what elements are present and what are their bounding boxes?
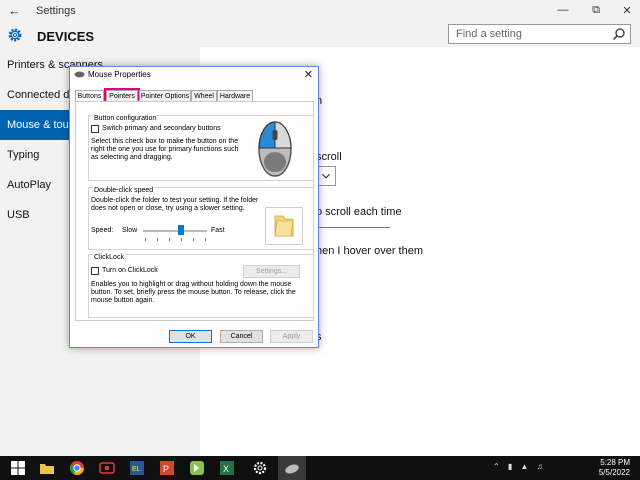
apply-button[interactable]: Apply (270, 330, 313, 343)
sidebar-item-label: Typing (7, 149, 40, 161)
tab-hardware[interactable]: Hardware (217, 90, 253, 101)
file-explorer-icon[interactable] (39, 460, 55, 476)
setting-text: hen I hover over them (316, 245, 424, 257)
button-config-description: Select this check box to make the button… (91, 138, 239, 161)
dropdown[interactable] (316, 166, 336, 186)
group-label: ClickLock (93, 254, 125, 261)
chevron-down-icon (322, 173, 330, 179)
ok-button[interactable]: OK (169, 330, 212, 343)
mouse-properties-dialog: Mouse Properties ✕ Buttons Pointers Poin… (69, 66, 319, 348)
clock[interactable]: 5:28 PM 5/5/2022 (599, 458, 630, 478)
double-click-speed-group: Double-click speed Double-click the fold… (88, 187, 314, 250)
fast-label: Fast (211, 227, 225, 234)
close-icon[interactable]: ✕ (620, 4, 634, 17)
search-input[interactable]: Find a setting (448, 24, 631, 44)
clicklock-description: Enables you to highlight or drag without… (91, 281, 296, 304)
gear-icon (8, 28, 22, 42)
cancel-button[interactable]: Cancel (220, 330, 263, 343)
mouse-image (258, 121, 292, 177)
speed-label: Speed: (91, 227, 114, 234)
checkbox-label: Turn on ClickLock (102, 267, 158, 274)
switch-buttons-checkbox[interactable] (91, 125, 99, 133)
mouse-icon (74, 71, 85, 78)
slider-tick (157, 238, 158, 241)
dialog-title: Mouse Properties (88, 70, 151, 79)
window-title: Settings (36, 5, 76, 17)
tab-wheel[interactable]: Wheel (191, 90, 217, 101)
slider-thumb[interactable] (178, 225, 185, 235)
slider-tick (193, 238, 194, 241)
excel-icon[interactable]: X (219, 460, 235, 476)
clicklock-settings-button[interactable]: Settings... (243, 265, 300, 278)
slow-label: Slow (122, 227, 138, 234)
sidebar-item-label: USB (7, 209, 30, 221)
svg-text:X: X (223, 464, 229, 474)
double-click-speed-slider[interactable] (143, 230, 207, 232)
svg-text:P: P (163, 464, 169, 474)
double-click-description: Double-click the folder to test your set… (91, 197, 259, 212)
tab-pointer-options[interactable]: Pointer Options (139, 90, 191, 101)
clock-date: 5/5/2022 (598, 468, 630, 477)
test-folder-box[interactable] (265, 207, 303, 245)
windows-start-icon[interactable] (10, 460, 26, 476)
sidebar-item-label: AutoPlay (7, 179, 52, 191)
button-configuration-group: Button configuration Switch primary and … (88, 115, 314, 181)
setting-text: o scroll each time (316, 206, 402, 218)
media-app-icon[interactable] (99, 460, 115, 476)
green-app-icon[interactable] (189, 460, 205, 476)
slider-tick (181, 238, 182, 241)
svg-text:EL: EL (132, 466, 141, 473)
chrome-icon[interactable] (69, 460, 85, 476)
system-tray-icons[interactable]: ⌃ ▮ ▲ ♫ (493, 462, 546, 471)
slider-tick (205, 238, 206, 241)
search-icon[interactable] (612, 27, 626, 41)
page-title: DEVICES (37, 29, 95, 44)
minimize-icon[interactable]: — (556, 4, 570, 16)
slider-track[interactable] (316, 227, 390, 228)
close-icon[interactable]: ✕ (304, 68, 313, 81)
checkbox-label: Switch primary and secondary buttons (102, 125, 221, 132)
setting-text: scroll (316, 151, 342, 163)
settings-icon[interactable] (252, 460, 268, 476)
group-label: Button configuration (93, 115, 158, 122)
group-label: Double-click speed (93, 187, 155, 194)
taskbar: EL P X ⌃ ▮ ▲ ♫ 5:28 PM 5/5/2022 (0, 456, 640, 480)
back-arrow-icon[interactable]: ← (8, 3, 21, 18)
word-el-icon[interactable]: EL (129, 460, 145, 476)
mouse-app-icon[interactable] (284, 460, 300, 476)
folder-icon[interactable] (266, 208, 302, 244)
title-bar: ← Settings — ⧉ ✕ (0, 0, 640, 22)
tab-pointers[interactable]: Pointers (104, 88, 140, 103)
clicklock-group: ClickLock Turn on ClickLock Settings... … (88, 254, 314, 318)
powerpoint-icon[interactable]: P (159, 460, 175, 476)
slider-tick (169, 238, 170, 241)
restore-icon[interactable]: ⧉ (589, 4, 603, 17)
clock-time: 5:28 PM (600, 458, 630, 467)
clicklock-checkbox[interactable] (91, 267, 99, 275)
search-placeholder: Find a setting (456, 28, 523, 40)
slider-tick (145, 238, 146, 241)
tab-panel-buttons: Button configuration Switch primary and … (75, 101, 314, 321)
